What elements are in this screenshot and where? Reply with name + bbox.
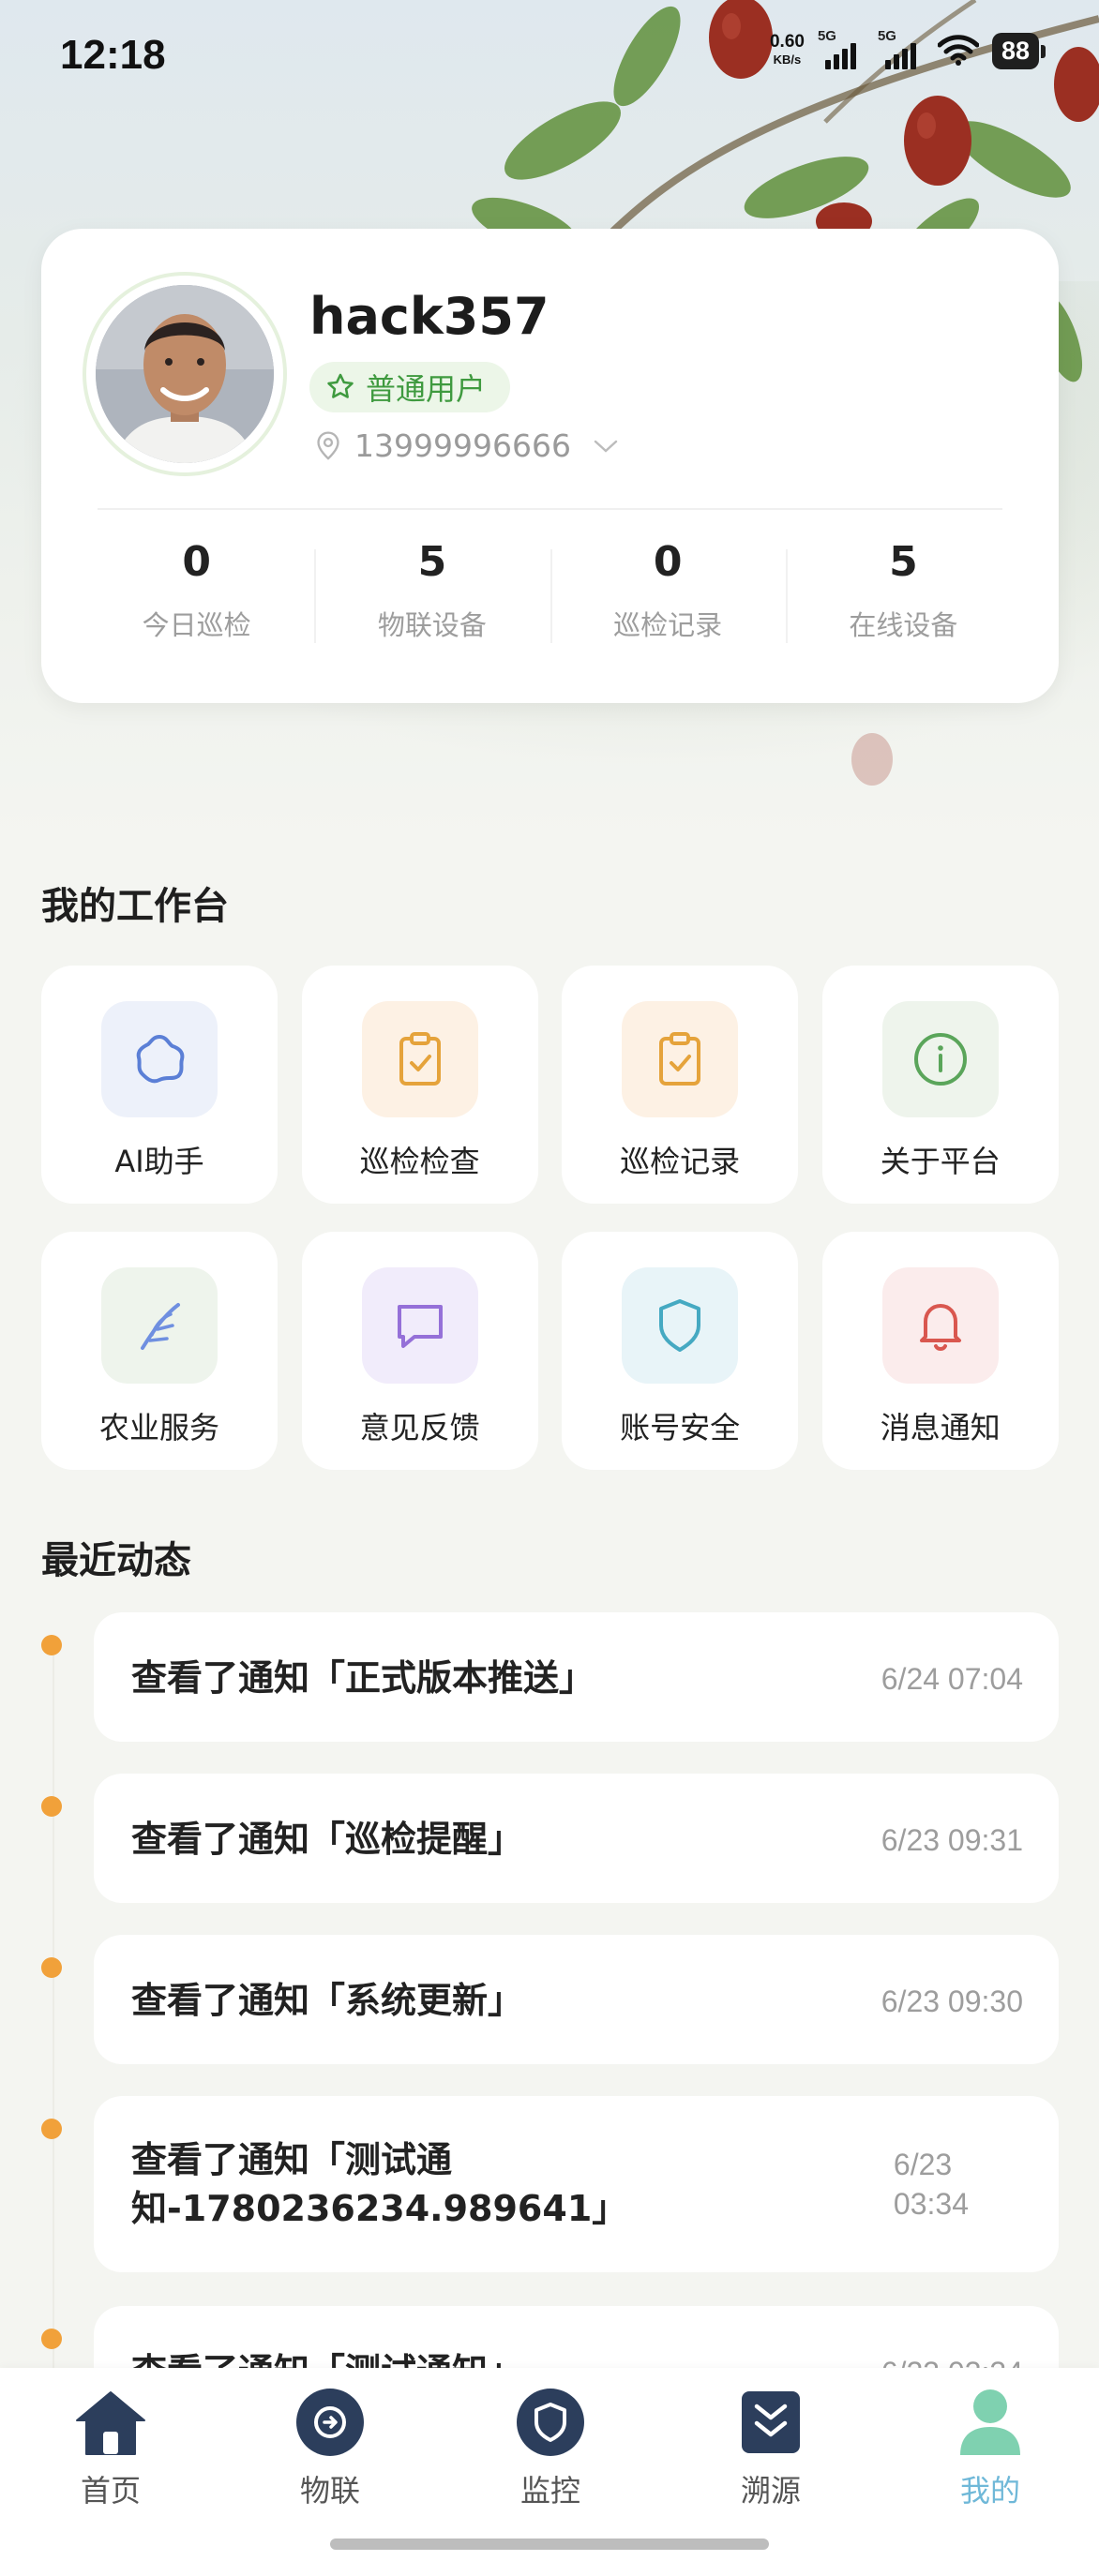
nav-home[interactable]: 首页 bbox=[36, 2387, 186, 2510]
role-label: 普通用户 bbox=[366, 371, 487, 407]
timeline-dot bbox=[41, 1957, 62, 1978]
phone-row[interactable]: 13999996666 bbox=[313, 427, 620, 464]
nav-monitor[interactable]: 监控 bbox=[475, 2387, 625, 2510]
recent-title: 最近动态 bbox=[41, 1539, 191, 1582]
user-icon bbox=[955, 2387, 1026, 2458]
activity-text: 查看了通知「测试通 知-1780236234.989641」 bbox=[131, 2139, 628, 2229]
signal-icon: 5G bbox=[878, 28, 925, 69]
avatar[interactable] bbox=[96, 285, 274, 463]
divider bbox=[98, 508, 1002, 510]
trace-icon bbox=[735, 2387, 806, 2458]
chat-bubble-icon bbox=[361, 1267, 478, 1384]
network-speed: 0.60 KB/s bbox=[769, 32, 805, 67]
wifi-icon bbox=[937, 35, 979, 66]
activity-item[interactable]: 查看了通知「系统更新」 6/23 09:30 bbox=[41, 1935, 1059, 2064]
username: hack357 bbox=[309, 287, 550, 346]
shield-icon bbox=[515, 2387, 586, 2458]
tile-feedback[interactable]: 意见反馈 bbox=[301, 1232, 538, 1470]
battery-indicator: 88 bbox=[991, 32, 1046, 69]
clipboard-check-icon bbox=[622, 1001, 739, 1117]
profile-card: hack357 普通用户 13999996666 0 今日巡检 5 物联设备 0… bbox=[41, 229, 1059, 703]
role-badge: 普通用户 bbox=[309, 362, 511, 412]
signal-icon: 5G bbox=[818, 28, 865, 69]
tile-inspection-check[interactable]: 巡检检查 bbox=[301, 966, 538, 1204]
status-icons: 0.60 KB/s 5G 5G 88 bbox=[769, 28, 1046, 69]
ai-assistant-icon bbox=[101, 1001, 218, 1117]
avatar-photo bbox=[96, 285, 274, 463]
status-time: 12:18 bbox=[60, 32, 166, 78]
nav-iot[interactable]: 物联 bbox=[255, 2387, 405, 2510]
workbench-title: 我的工作台 bbox=[41, 885, 229, 928]
shield-icon bbox=[622, 1267, 739, 1384]
home-icon bbox=[75, 2387, 146, 2458]
stat-iot-devices[interactable]: 5 物联设备 bbox=[314, 538, 550, 643]
stat-online-devices[interactable]: 5 在线设备 bbox=[785, 538, 1021, 643]
home-indicator[interactable] bbox=[330, 2539, 769, 2550]
activity-item[interactable]: 查看了通知「测试通 知-1780236234.989641」 6/23 03:3… bbox=[41, 2096, 1059, 2272]
nav-mine[interactable]: 我的 bbox=[915, 2387, 1065, 2510]
activity-item[interactable]: 查看了通知「正式版本推送」 6/24 07:04 bbox=[41, 1612, 1059, 1742]
stat-inspection-records[interactable]: 0 巡检记录 bbox=[550, 538, 786, 643]
timeline-dot bbox=[41, 1635, 62, 1655]
tile-agri-service[interactable]: 农业服务 bbox=[41, 1232, 278, 1470]
tile-notifications[interactable]: 消息通知 bbox=[821, 1232, 1059, 1470]
location-pin-icon bbox=[317, 430, 339, 460]
tile-about-platform[interactable]: 关于平台 bbox=[821, 966, 1059, 1204]
stats-row: 0 今日巡检 5 物联设备 0 巡检记录 5 在线设备 bbox=[41, 538, 1059, 643]
workbench-grid: AI助手 巡检检查 巡检记录 关于平台 农业服务 意见反馈 账号安全 消息通知 bbox=[41, 966, 1059, 1470]
iot-icon bbox=[294, 2387, 366, 2458]
avatar-frame[interactable] bbox=[83, 272, 287, 476]
bell-icon bbox=[881, 1267, 999, 1384]
chevron-down-icon[interactable] bbox=[592, 437, 620, 456]
timeline-line bbox=[53, 1640, 54, 2390]
activity-item[interactable]: 查看了通知「巡检提醒」 6/23 09:31 bbox=[41, 1774, 1059, 1903]
clipboard-check-icon bbox=[361, 1001, 478, 1117]
activity-time: 6/23 03:34 bbox=[893, 2148, 969, 2221]
timeline-dot bbox=[41, 1796, 62, 1817]
tile-account-security[interactable]: 账号安全 bbox=[562, 1232, 799, 1470]
feather-icon bbox=[101, 1267, 218, 1384]
tile-ai-assistant[interactable]: AI助手 bbox=[41, 966, 278, 1204]
stat-today-inspection[interactable]: 0 今日巡检 bbox=[79, 538, 314, 643]
star-icon bbox=[327, 373, 354, 398]
tile-inspection-records[interactable]: 巡检记录 bbox=[562, 966, 799, 1204]
nav-trace[interactable]: 溯源 bbox=[696, 2387, 846, 2510]
timeline-dot bbox=[41, 2119, 62, 2139]
status-bar: 12:18 0.60 KB/s 5G 5G 88 bbox=[0, 0, 1099, 112]
phone-number: 13999996666 bbox=[354, 427, 571, 464]
timeline-dot bbox=[41, 2329, 62, 2349]
info-icon bbox=[881, 1001, 999, 1117]
